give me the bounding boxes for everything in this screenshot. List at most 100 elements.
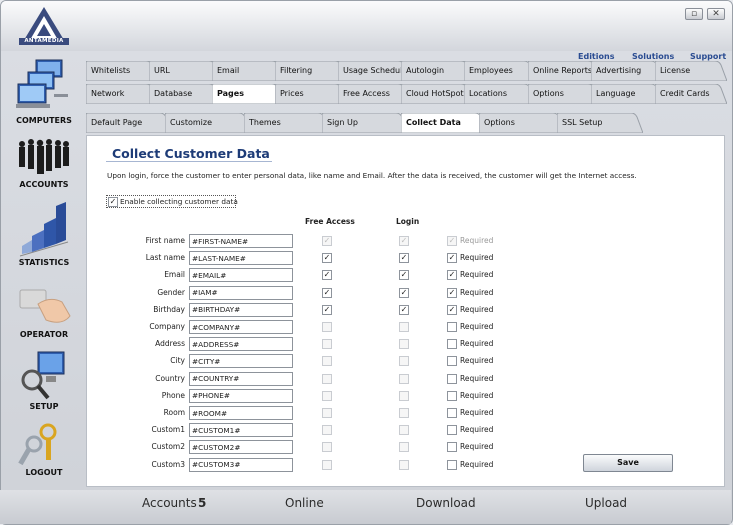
editions-link[interactable]: Editions: [578, 52, 614, 61]
tab-sign-up[interactable]: Sign Up: [322, 113, 408, 133]
field-label: City: [170, 356, 185, 366]
tab-url[interactable]: URL: [149, 61, 221, 81]
left-nav: COMPUTERS ACCOUNTS STATISTICS OPERATOR S…: [0, 50, 88, 490]
free-access-checkbox[interactable]: ✓: [322, 304, 332, 315]
nav-computers[interactable]: COMPUTERS: [0, 54, 88, 130]
login-checkbox[interactable]: [399, 356, 409, 367]
tab-options[interactable]: Options: [479, 113, 565, 133]
custom3-field[interactable]: [189, 457, 293, 472]
birthday-field[interactable]: [189, 302, 293, 317]
required-checkbox[interactable]: [447, 408, 457, 418]
required-checkbox[interactable]: ✓: [447, 270, 457, 281]
required-label: Required: [460, 390, 494, 400]
tab-locations[interactable]: Locations: [464, 84, 536, 104]
nav-setup[interactable]: SETUP: [0, 346, 88, 414]
free-access-checkbox[interactable]: [322, 442, 332, 453]
login-checkbox[interactable]: [399, 442, 409, 453]
login-checkbox[interactable]: [399, 322, 409, 332]
custom1-field[interactable]: [189, 423, 293, 438]
free-access-checkbox[interactable]: [322, 459, 332, 470]
required-label: Required: [460, 287, 494, 297]
phone-field[interactable]: [189, 388, 293, 403]
email-field[interactable]: [189, 268, 293, 283]
nav-logout[interactable]: LOGOUT: [0, 418, 88, 486]
tab-license[interactable]: License: [655, 61, 727, 81]
nav-operator[interactable]: OPERATOR: [0, 274, 88, 342]
room-field[interactable]: [189, 406, 293, 420]
tab-credit-cards[interactable]: Credit Cards: [655, 84, 727, 104]
login-checkbox[interactable]: [399, 373, 409, 384]
login-checkbox[interactable]: ✓: [399, 287, 409, 298]
support-link[interactable]: Support: [690, 52, 726, 61]
tab-whitelists[interactable]: Whitelists: [86, 61, 158, 81]
free-access-checkbox[interactable]: [322, 408, 332, 418]
tab-default-page[interactable]: Default Page: [86, 113, 172, 133]
tab-autologin[interactable]: Autologin: [401, 61, 473, 81]
tab-cloud-hotspot[interactable]: Cloud HotSpot: [401, 84, 473, 104]
company-field[interactable]: [189, 320, 293, 334]
last-name-field[interactable]: [189, 251, 293, 266]
required-checkbox[interactable]: [447, 459, 457, 470]
required-checkbox[interactable]: [447, 390, 457, 401]
required-checkbox[interactable]: ✓: [447, 287, 457, 298]
required-checkbox[interactable]: [447, 373, 457, 384]
nav-label: SETUP: [29, 402, 59, 411]
tab-themes[interactable]: Themes: [244, 113, 330, 133]
login-checkbox[interactable]: [399, 408, 409, 418]
required-checkbox[interactable]: [447, 339, 457, 350]
required-checkbox[interactable]: [447, 356, 457, 367]
tab-email[interactable]: Email: [212, 61, 284, 81]
tab-employees[interactable]: Employees: [464, 61, 536, 81]
free-access-checkbox[interactable]: [322, 390, 332, 401]
free-access-checkbox[interactable]: [322, 339, 332, 350]
required-checkbox[interactable]: [447, 322, 457, 332]
tab-database[interactable]: Database: [149, 84, 221, 104]
custom2-field[interactable]: [189, 440, 293, 455]
address-field[interactable]: [189, 337, 293, 352]
tab-collect-data[interactable]: Collect Data: [401, 113, 487, 133]
tab-usage-schedule[interactable]: Usage Schedule: [338, 61, 410, 81]
country-field[interactable]: [189, 371, 293, 386]
free-access-checkbox[interactable]: ✓: [322, 287, 332, 298]
tab-online-reports[interactable]: Online Reports: [528, 61, 600, 81]
nav-accounts[interactable]: ACCOUNTS: [0, 132, 88, 196]
free-access-checkbox[interactable]: ✓: [322, 253, 332, 264]
login-checkbox[interactable]: [399, 459, 409, 470]
login-checkbox[interactable]: [399, 390, 409, 401]
free-access-checkbox[interactable]: ✓: [322, 270, 332, 281]
free-access-checkbox[interactable]: [322, 425, 332, 436]
gender-field[interactable]: [189, 285, 293, 300]
free-access-checkbox[interactable]: [322, 373, 332, 384]
tab-label: URL: [154, 66, 170, 75]
required-checkbox[interactable]: ✓: [447, 304, 457, 315]
required-checkbox[interactable]: [447, 425, 457, 436]
save-button[interactable]: Save: [583, 454, 673, 472]
required-checkbox[interactable]: [447, 442, 457, 453]
login-checkbox[interactable]: ✓: [399, 304, 409, 315]
login-checkbox[interactable]: [399, 425, 409, 436]
city-field[interactable]: [189, 354, 293, 369]
section-title: Collect Customer Data: [112, 146, 270, 161]
tab-options[interactable]: Options: [528, 84, 600, 104]
free-access-checkbox[interactable]: [322, 322, 332, 332]
close-button[interactable]: ✕: [707, 8, 725, 20]
tab-filtering[interactable]: Filtering: [275, 61, 347, 81]
tab-network[interactable]: Network: [86, 84, 158, 104]
login-checkbox[interactable]: [399, 339, 409, 350]
tab-customize[interactable]: Customize: [165, 113, 251, 133]
login-checkbox[interactable]: ✓: [399, 253, 409, 264]
restore-button[interactable]: ▫: [685, 8, 703, 20]
free-access-checkbox[interactable]: [322, 356, 332, 367]
tab-ssl-setup[interactable]: SSL Setup: [557, 113, 643, 133]
status-download-label: Download: [416, 496, 476, 510]
nav-statistics[interactable]: STATISTICS: [0, 202, 88, 270]
tab-language[interactable]: Language: [591, 84, 663, 104]
tab-prices[interactable]: Prices: [275, 84, 347, 104]
solutions-link[interactable]: Solutions: [632, 52, 674, 61]
tab-advertising[interactable]: Advertising: [591, 61, 663, 81]
required-checkbox[interactable]: ✓: [447, 253, 457, 264]
first-name-field[interactable]: [189, 234, 293, 248]
tab-pages[interactable]: Pages: [212, 84, 284, 104]
login-checkbox[interactable]: ✓: [399, 270, 409, 281]
tab-free-access[interactable]: Free Access: [338, 84, 410, 104]
